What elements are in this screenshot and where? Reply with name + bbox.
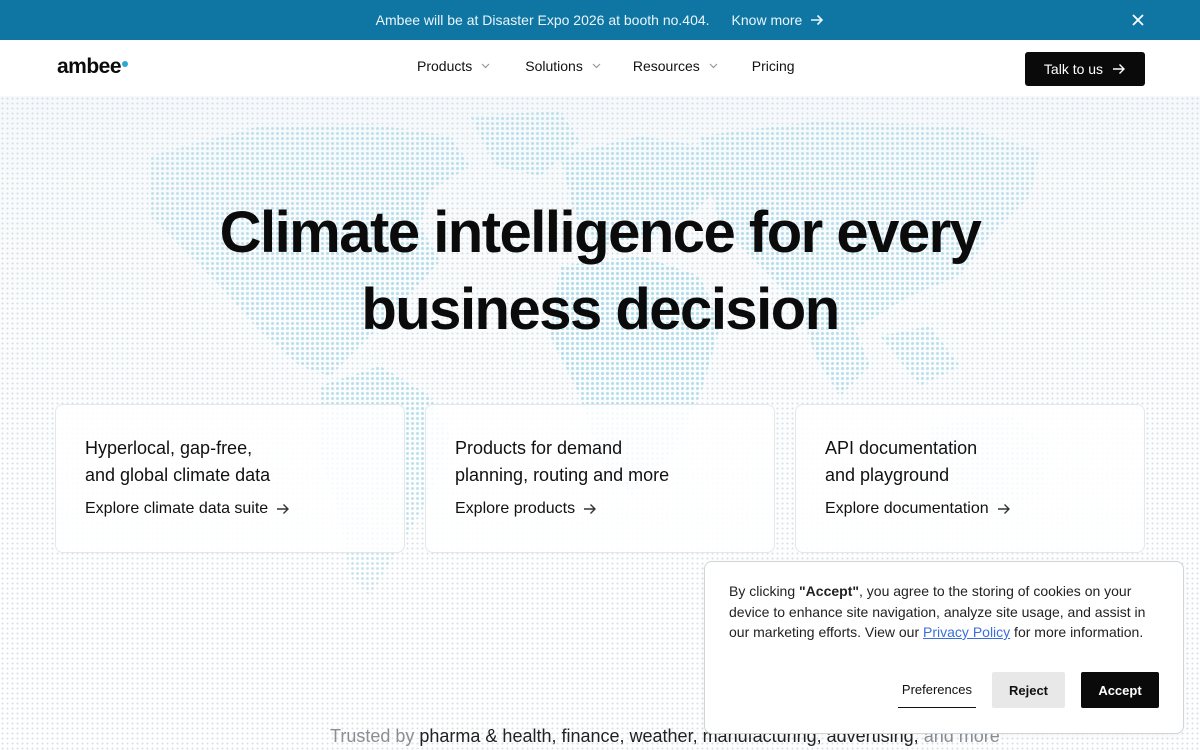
logo-text: ambee: [57, 55, 122, 78]
site-header: ambee Products Solutions Resources Prici…: [0, 40, 1200, 96]
arrow-right-icon: [1113, 64, 1126, 74]
accept-button[interactable]: Accept: [1081, 672, 1159, 708]
nav-resources[interactable]: Resources: [633, 58, 718, 74]
card-title: API documentation and playground: [825, 435, 1115, 489]
chevron-down-icon: [592, 63, 601, 69]
card-link-label: Explore climate data suite: [85, 500, 269, 517]
explore-documentation-link[interactable]: Explore documentation: [825, 500, 1115, 518]
ambee-logo[interactable]: ambee: [57, 55, 129, 79]
card-title-line-1: API documentation: [825, 438, 978, 458]
hero-headline: Climate intelligence for every business …: [0, 194, 1200, 348]
arrow-right-icon: [997, 504, 1010, 514]
card-climate-data[interactable]: Hyperlocal, gap-free, and global climate…: [55, 404, 405, 553]
card-title-line-2: and global climate data: [85, 465, 271, 485]
arrow-right-icon: [584, 504, 597, 514]
explore-climate-data-link[interactable]: Explore climate data suite: [85, 500, 375, 518]
logo-dot: [122, 61, 129, 67]
nav-solutions-label: Solutions: [525, 58, 583, 74]
nav-pricing[interactable]: Pricing: [752, 58, 795, 74]
card-link-label: Explore products: [455, 500, 576, 517]
chevron-down-icon: [481, 63, 490, 69]
card-title: Hyperlocal, gap-free, and global climate…: [85, 435, 375, 489]
explore-products-link[interactable]: Explore products: [455, 500, 745, 518]
nav-products[interactable]: Products: [417, 58, 490, 74]
close-announcement-button[interactable]: [1128, 10, 1148, 30]
reject-button[interactable]: Reject: [992, 672, 1065, 708]
talk-to-us-button[interactable]: Talk to us: [1025, 52, 1145, 86]
card-title-line-2: and playground: [825, 465, 950, 485]
nav-resources-label: Resources: [632, 58, 700, 74]
cookie-actions: Preferences Reject Accept: [897, 672, 1159, 708]
trusted-prefix: Trusted by: [330, 726, 415, 746]
card-title: Products for demand planning, routing an…: [455, 435, 745, 489]
nav-solutions[interactable]: Solutions: [525, 58, 601, 74]
know-more-link[interactable]: Know more: [732, 12, 825, 28]
card-title-line-1: Hyperlocal, gap-free,: [85, 438, 253, 458]
headline-line-2: business decision: [361, 277, 840, 342]
main-nav: Products Solutions Resources Pricing: [417, 58, 795, 74]
card-title-line-1: Products for demand: [455, 438, 623, 458]
know-more-label: Know more: [731, 12, 803, 28]
arrow-right-icon: [277, 504, 290, 514]
cookie-accept-quote: "Accept": [799, 583, 859, 599]
chevron-down-icon: [709, 63, 718, 69]
cookie-text: By clicking "Accept", you agree to the s…: [729, 581, 1159, 643]
close-icon: [1132, 14, 1144, 26]
card-link-label: Explore documentation: [825, 500, 989, 517]
nav-products-label: Products: [417, 58, 473, 74]
headline-line-1: Climate intelligence for every: [219, 200, 982, 265]
privacy-policy-link[interactable]: Privacy Policy: [923, 624, 1010, 640]
announcement-bar: Ambee will be at Disaster Expo 2026 at b…: [0, 0, 1200, 40]
cookie-consent-banner: By clicking "Accept", you agree to the s…: [704, 561, 1184, 734]
cookie-text-before: By clicking: [729, 583, 800, 599]
arrow-right-icon: [811, 14, 824, 26]
nav-pricing-label: Pricing: [751, 58, 795, 74]
card-title-line-2: planning, routing and more: [455, 465, 670, 485]
cookie-text-after: for more information.: [1010, 624, 1144, 640]
card-api-docs[interactable]: API documentation and playground Explore…: [795, 404, 1145, 553]
announcement-message: Ambee will be at Disaster Expo 2026 at b…: [375, 12, 710, 28]
preferences-button[interactable]: Preferences: [897, 672, 976, 708]
talk-to-us-label: Talk to us: [1043, 61, 1104, 77]
card-products[interactable]: Products for demand planning, routing an…: [425, 404, 775, 553]
